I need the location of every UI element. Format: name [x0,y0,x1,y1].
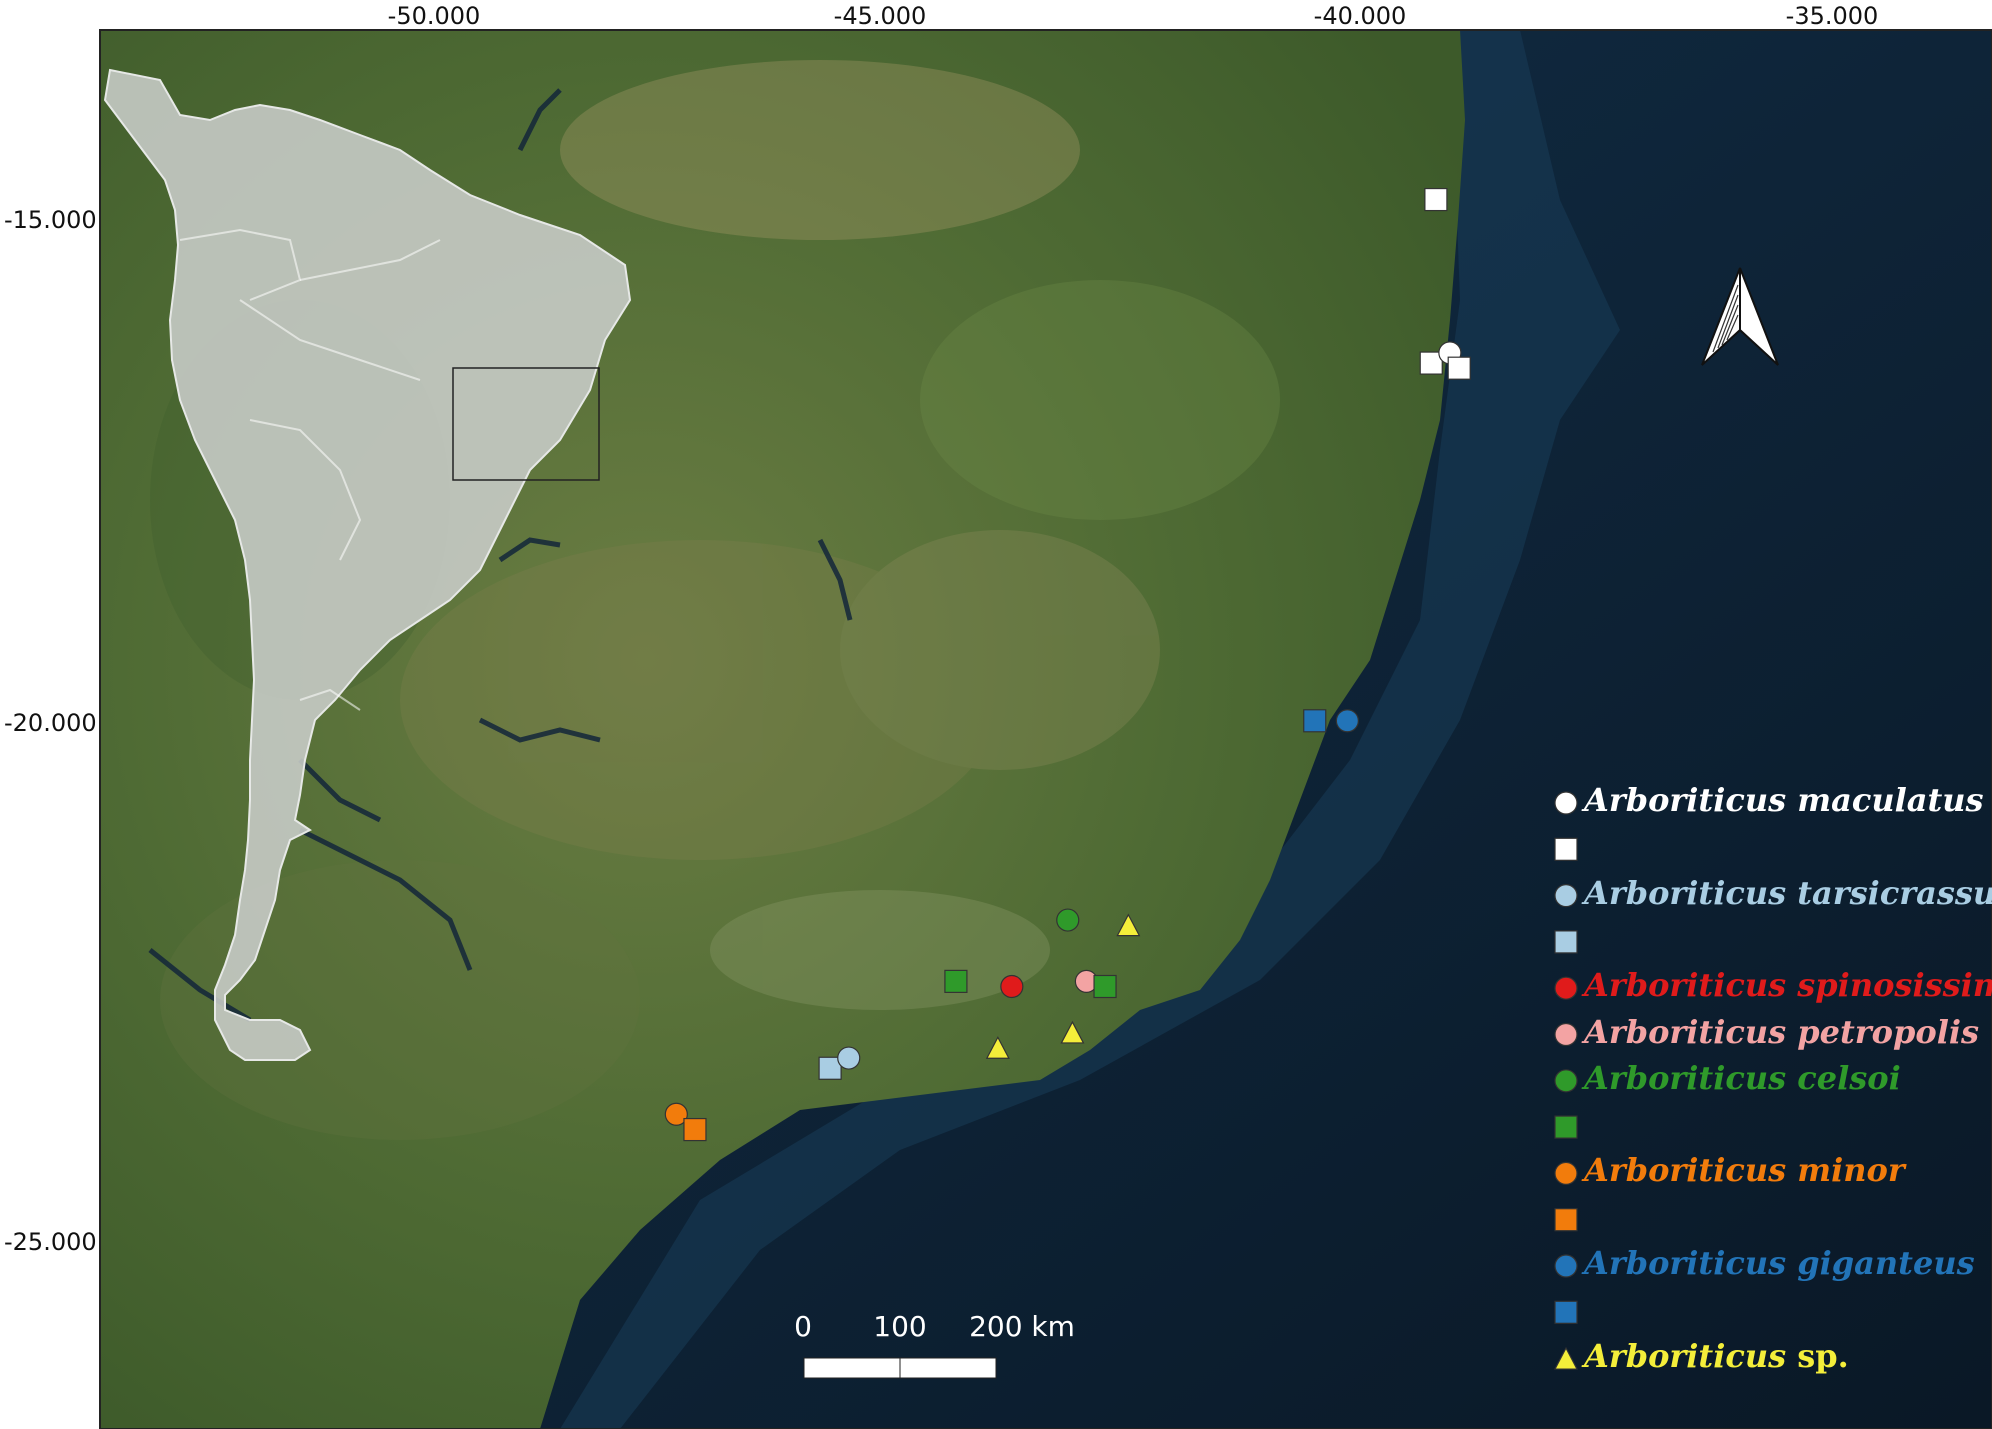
legend-symbol-circle [1554,791,1578,815]
map-canvas [99,29,1992,1429]
legend-label: Arboriticus spinosissimus [1584,966,1992,1004]
legend-genus: Arboriticus [1584,1244,1787,1282]
scale-label-200: 200 km [969,1310,1075,1343]
legend-epithet: celsoi [1797,1058,1901,1097]
scale-label-100: 100 [873,1310,927,1343]
locality-marker-spinosissimus-circle [1000,974,1024,999]
legend-symbol-square [1554,1300,1578,1324]
locality-marker-giganteus-square [1303,709,1327,733]
map-figure: -50.000 -45.000 -40.000 -35.000 -15.000 … [0,0,1992,1429]
y-tick-label: -20.000 [4,709,97,737]
legend-symbol-circle [1554,883,1578,908]
legend-label: Arboriticus petropolis [1584,1013,1979,1051]
x-tick-label: -45.000 [833,2,927,30]
legend-symbol-circle [1554,1161,1578,1186]
legend-symbol-square [1554,1115,1578,1139]
legend-epithet: tarsicrassus [1797,873,1992,912]
x-tick-label: -35.000 [1785,2,1879,30]
legend-symbol-square [1554,930,1578,954]
locality-marker-celsoi-square [944,969,968,993]
x-tick-label: -50.000 [387,2,481,30]
legend-genus: Arboriticus [1584,1012,1787,1051]
legend-label: Arboriticus celsoi [1584,1059,1901,1097]
legend-symbol-circle [1554,976,1578,1000]
legend-symbol-square [1554,1208,1578,1232]
legend-epithet: spinosissimus [1797,966,1992,1005]
locality-marker-tarsicrassus-circle [837,1046,861,1070]
scale-label-0: 0 [794,1310,812,1343]
legend-label: Arboriticus sp. [1584,1337,1849,1375]
legend-symbol-circle [1554,1069,1578,1093]
legend-epithet: petropolis [1797,1012,1980,1051]
legend-epithet: giganteus [1797,1244,1975,1282]
legend-genus: Arboriticus [1584,1336,1787,1375]
legend-suffix: sp. [1797,1336,1849,1375]
legend-genus: Arboriticus [1584,966,1787,1005]
legend-genus: Arboriticus [1584,1058,1787,1097]
legend-label: Arboriticus tarsicrassus [1584,874,1992,912]
locality-marker-minor-square [683,1117,707,1142]
legend-label: Arboriticus maculatus [1584,781,1984,819]
legend-symbol-circle [1554,1254,1578,1278]
legend-label: Arboriticus giganteus [1584,1244,1975,1282]
legend-genus: Arboriticus [1584,1151,1787,1190]
scale-bar [803,1357,997,1379]
locality-marker-giganteus-circle [1335,709,1359,733]
legend-epithet: minor [1797,1151,1905,1190]
locality-marker-maculatus-square [1424,187,1448,212]
locality-marker-celsoi-square [1093,974,1117,999]
legend-symbol-circle [1554,1022,1578,1047]
legend-genus: Arboriticus [1584,873,1787,912]
legend-symbol-square [1554,837,1578,861]
locality-marker-celsoi-circle [1056,908,1080,932]
x-tick-label: -40.000 [1313,2,1407,30]
locality-marker-maculatus-square [1447,356,1471,380]
y-tick-label: -25.000 [4,1228,97,1256]
legend-epithet: maculatus [1797,781,1984,819]
legend-genus: Arboriticus [1584,781,1787,819]
y-tick-label: -15.000 [4,206,97,234]
legend-label: Arboriticus minor [1584,1151,1905,1189]
